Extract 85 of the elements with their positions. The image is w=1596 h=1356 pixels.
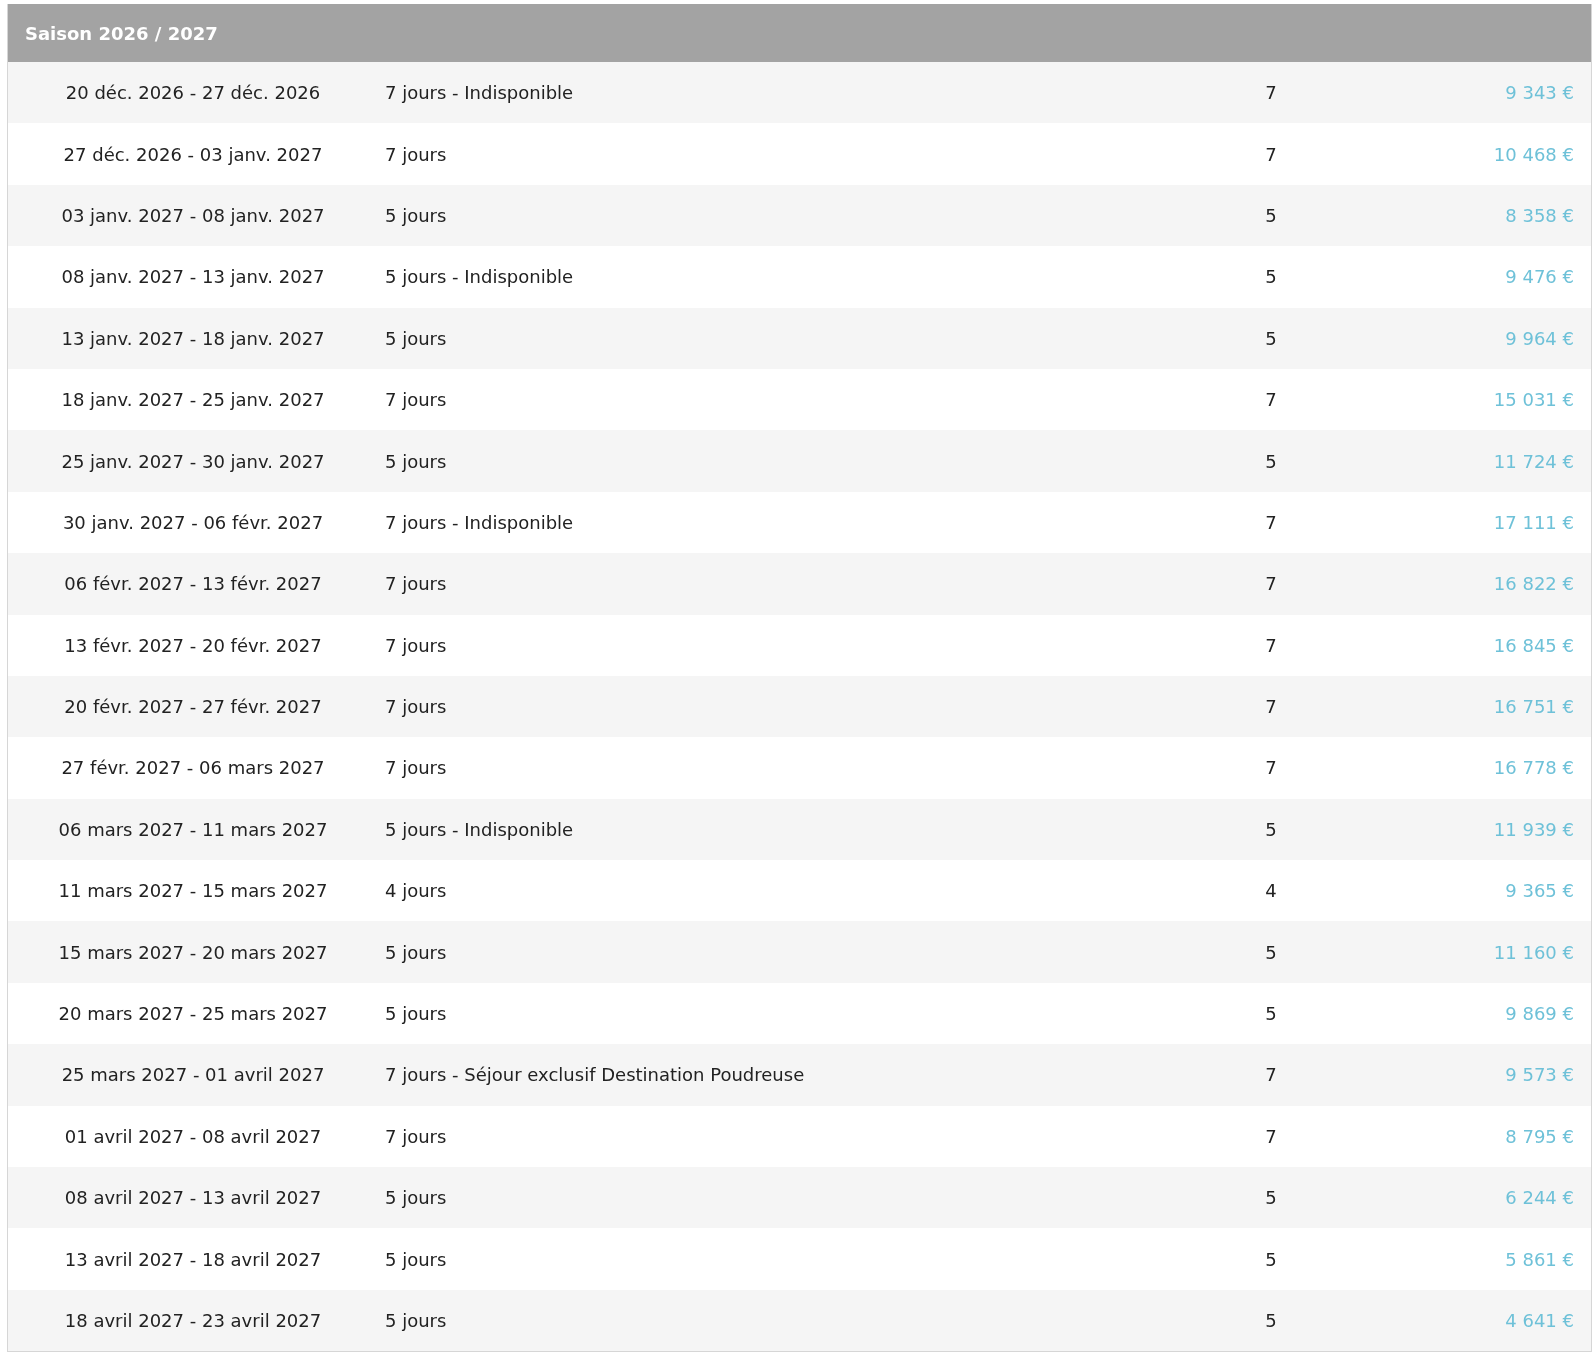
date-range: 15 mars 2027 - 20 mars 2027 xyxy=(58,941,328,963)
price: 10 468 € xyxy=(1493,143,1574,165)
date-range: 25 janv. 2027 - 30 janv. 2027 xyxy=(61,450,325,472)
stay-description: 5 jours xyxy=(385,204,447,226)
stay-description: 5 jours xyxy=(385,450,447,472)
price: 9 869 € xyxy=(1505,1003,1574,1025)
date-range: 11 mars 2027 - 15 mars 2027 xyxy=(58,880,328,902)
stay-description: 7 jours xyxy=(385,757,447,779)
date-range: 06 mars 2027 - 11 mars 2027 xyxy=(58,818,328,840)
price: 16 751 € xyxy=(1493,696,1574,718)
night-count: 7 xyxy=(1265,143,1277,165)
stay-description: 7 jours xyxy=(385,143,447,165)
night-count: 5 xyxy=(1265,1187,1277,1209)
price: 16 778 € xyxy=(1493,757,1574,779)
stay-description: 5 jours xyxy=(385,327,447,349)
stay-description: 5 jours - Indisponible xyxy=(385,266,574,288)
night-count: 7 xyxy=(1265,634,1277,656)
stay-description: 7 jours xyxy=(385,389,447,411)
date-range: 20 déc. 2026 - 27 déc. 2026 xyxy=(65,82,321,104)
stay-description: 7 jours xyxy=(385,634,447,656)
price: 16 845 € xyxy=(1493,634,1574,656)
date-range: 18 avril 2027 - 23 avril 2027 xyxy=(64,1310,322,1331)
date-range: 25 mars 2027 - 01 avril 2027 xyxy=(61,1064,325,1086)
stay-description: 7 jours xyxy=(385,573,447,595)
price: 16 822 € xyxy=(1493,573,1574,595)
night-count: 5 xyxy=(1265,204,1277,226)
night-count: 4 xyxy=(1265,880,1277,902)
date-range: 13 janv. 2027 - 18 janv. 2027 xyxy=(61,327,325,349)
price: 6 244 € xyxy=(1505,1187,1574,1209)
date-range: 01 avril 2027 - 08 avril 2027 xyxy=(64,1125,322,1147)
price: 4 641 € xyxy=(1505,1310,1574,1331)
date-range: 18 janv. 2027 - 25 janv. 2027 xyxy=(61,389,325,411)
date-range: 20 mars 2027 - 25 mars 2027 xyxy=(58,1003,328,1025)
night-count: 5 xyxy=(1265,1248,1277,1270)
night-count: 7 xyxy=(1265,1125,1277,1147)
season-title: Saison 2026 / 2027 xyxy=(8,4,1591,62)
night-count: 5 xyxy=(1265,1310,1277,1331)
night-count: 7 xyxy=(1265,696,1277,718)
night-count: 7 xyxy=(1265,573,1277,595)
price: 9 964 € xyxy=(1505,327,1574,349)
stay-description: 5 jours xyxy=(385,1310,447,1331)
night-count: 5 xyxy=(1265,327,1277,349)
date-range: 08 avril 2027 - 13 avril 2027 xyxy=(64,1187,322,1209)
stay-description: 7 jours - Séjour exclusif Destination Poudreuse xyxy=(385,1064,805,1086)
date-range: 13 avril 2027 - 18 avril 2027 xyxy=(64,1248,322,1270)
night-count: 7 xyxy=(1265,1064,1277,1086)
stay-description: 5 jours xyxy=(385,1248,447,1270)
price: 9 343 € xyxy=(1505,82,1574,104)
stay-description: 5 jours xyxy=(385,1003,447,1025)
stay-description: 7 jours - Indisponible xyxy=(385,511,574,533)
night-count: 5 xyxy=(1265,450,1277,472)
price: 11 939 € xyxy=(1493,818,1574,840)
price: 15 031 € xyxy=(1493,389,1574,411)
stay-description: 5 jours - Indisponible xyxy=(385,818,574,840)
price: 11 160 € xyxy=(1493,941,1574,963)
stay-description: 4 jours xyxy=(385,880,447,902)
price: 9 573 € xyxy=(1505,1064,1574,1086)
date-range: 03 janv. 2027 - 08 janv. 2027 xyxy=(61,204,325,226)
date-range: 06 févr. 2027 - 13 févr. 2027 xyxy=(64,573,322,595)
price: 5 861 € xyxy=(1505,1248,1574,1270)
stay-description: 5 jours xyxy=(385,941,447,963)
night-count: 7 xyxy=(1265,389,1277,411)
stay-description: 7 jours xyxy=(385,696,447,718)
night-count: 7 xyxy=(1265,757,1277,779)
price: 17 111 € xyxy=(1493,511,1574,533)
price: 8 795 € xyxy=(1505,1125,1574,1147)
night-count: 5 xyxy=(1265,266,1277,288)
date-range: 08 janv. 2027 - 13 janv. 2027 xyxy=(61,266,325,288)
price: 11 724 € xyxy=(1493,450,1574,472)
price: 8 358 € xyxy=(1505,204,1574,226)
price: 9 365 € xyxy=(1505,880,1574,902)
stay-description: 7 jours - Indisponible xyxy=(385,82,574,104)
stay-description: 7 jours xyxy=(385,1125,447,1147)
night-count: 7 xyxy=(1265,511,1277,533)
date-range: 27 déc. 2026 - 03 janv. 2027 xyxy=(63,143,323,165)
date-range: 20 févr. 2027 - 27 févr. 2027 xyxy=(64,696,322,718)
night-count: 7 xyxy=(1265,82,1277,104)
date-range: 27 févr. 2027 - 06 mars 2027 xyxy=(61,757,325,779)
night-count: 5 xyxy=(1265,941,1277,963)
date-range: 30 janv. 2027 - 06 févr. 2027 xyxy=(62,511,324,533)
price: 9 476 € xyxy=(1505,266,1574,288)
date-range: 13 févr. 2027 - 20 févr. 2027 xyxy=(64,634,322,656)
stay-description: 5 jours xyxy=(385,1187,447,1209)
night-count: 5 xyxy=(1265,818,1277,840)
night-count: 5 xyxy=(1265,1003,1277,1025)
